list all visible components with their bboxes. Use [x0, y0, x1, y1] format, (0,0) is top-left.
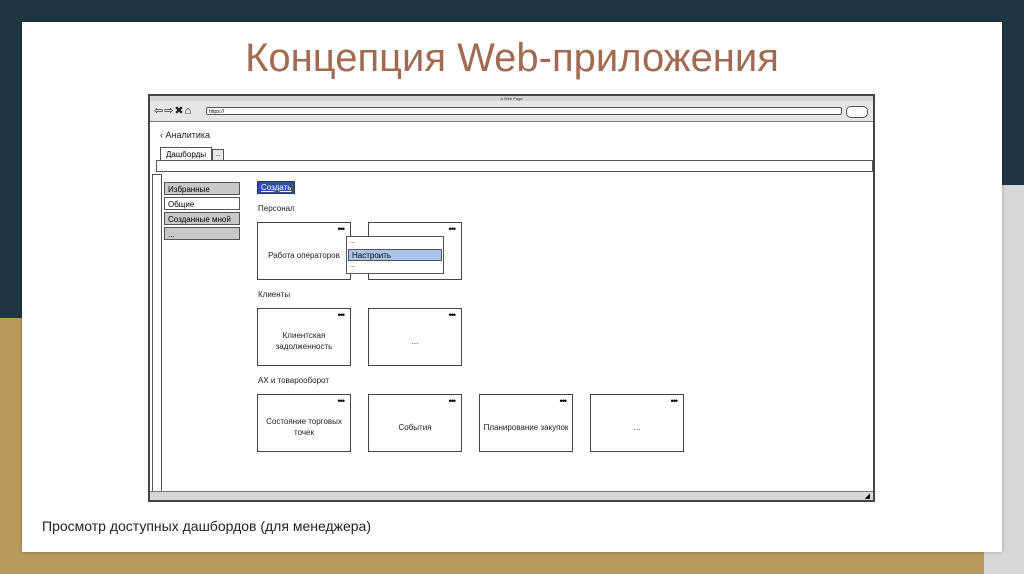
dashboard-card[interactable]: ••• Состояние торговых точек: [257, 394, 351, 452]
sidebar-menu: Избранные Общие Созданные мной ...: [164, 182, 240, 242]
left-scroll-panel[interactable]: [152, 174, 162, 492]
search-field[interactable]: [846, 106, 868, 118]
card-menu-icon[interactable]: •••: [449, 225, 457, 234]
card-menu-icon[interactable]: •••: [338, 225, 346, 234]
card-label: Работа операторов: [268, 250, 340, 260]
slide-caption: Просмотр доступных дашбордов (для менедж…: [42, 518, 371, 534]
section-title-ax: АХ и товарооборот: [258, 376, 329, 385]
menu-item-configure[interactable]: Настроить: [348, 249, 442, 261]
menu-separator: ...: [350, 263, 356, 269]
sidebar-item-mine[interactable]: Созданные мной: [164, 212, 240, 225]
card-label: ...: [633, 422, 641, 432]
dashboard-card[interactable]: ••• События: [368, 394, 462, 452]
card-label: Планирование закупок: [483, 422, 569, 432]
dashboard-card[interactable]: ••• ...: [590, 394, 684, 452]
tab-content-bar: [156, 160, 873, 172]
card-label: Клиентская задолженность: [275, 331, 333, 351]
card-label: ...: [411, 336, 419, 346]
back-link[interactable]: ‹ Аналитика: [160, 130, 210, 140]
address-bar[interactable]: https://: [206, 107, 842, 115]
tab-dashboards[interactable]: Дашборды: [160, 147, 212, 161]
slide-title: Концепция Web-приложения: [245, 36, 779, 80]
card-menu-icon[interactable]: •••: [560, 397, 568, 406]
dashboard-card[interactable]: ••• Клиентская задолженность: [257, 308, 351, 366]
browser-toolbar: ⇦⇨✖⌂ https://: [150, 101, 873, 122]
status-bar: ◢: [150, 491, 873, 500]
sidebar-item-favorites[interactable]: Избранные: [164, 182, 240, 195]
browser-window: A Web Page ⇦⇨✖⌂ https:// ‹ Аналитика Даш…: [148, 94, 875, 502]
menu-separator: ...: [350, 239, 356, 245]
card-menu-icon[interactable]: •••: [449, 397, 457, 406]
create-button[interactable]: Создать: [257, 181, 296, 194]
dashboard-card[interactable]: ••• ...: [368, 308, 462, 366]
card-context-menu: ... Настроить ...: [346, 236, 444, 274]
card-label: Состояние торговых точек: [266, 417, 342, 437]
dashboard-card[interactable]: ••• Планирование закупок: [479, 394, 573, 452]
section-title-clients: Клиенты: [258, 290, 291, 299]
resize-grip-icon[interactable]: ◢: [865, 492, 870, 500]
card-menu-icon[interactable]: •••: [338, 397, 346, 406]
card-menu-icon[interactable]: •••: [449, 311, 457, 320]
sidebar-item-more[interactable]: ...: [164, 227, 240, 240]
card-menu-icon[interactable]: •••: [671, 397, 679, 406]
slide: Концепция Web-приложения A Web Page ⇦⇨✖⌂…: [22, 22, 1002, 552]
card-menu-icon[interactable]: •••: [338, 311, 346, 320]
nav-buttons-icon[interactable]: ⇦⇨✖⌂: [154, 104, 192, 117]
card-label: События: [398, 422, 432, 432]
section-title-personnel: Персонал: [258, 204, 295, 213]
sidebar-item-shared[interactable]: Общие: [164, 197, 240, 210]
dashboard-card[interactable]: ••• Работа операторов: [257, 222, 351, 280]
